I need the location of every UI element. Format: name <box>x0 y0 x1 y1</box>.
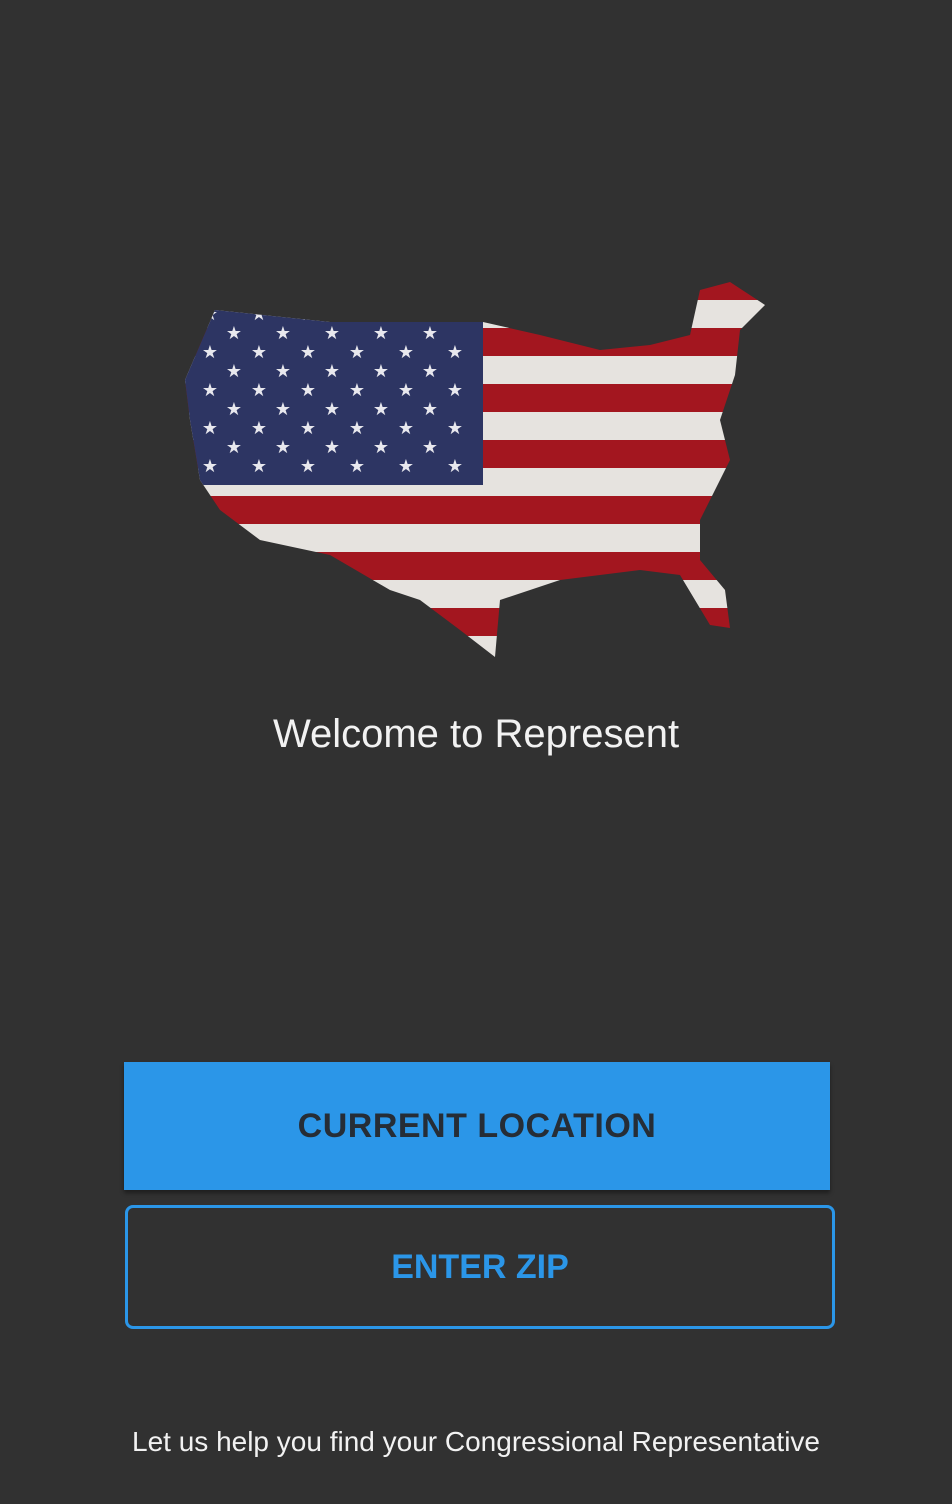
star-icon: ★ <box>373 399 389 419</box>
star-icon: ★ <box>251 380 267 400</box>
star-icon: ★ <box>422 323 438 343</box>
star-icon: ★ <box>202 342 218 362</box>
star-icon: ★ <box>398 456 414 476</box>
star-icon: ★ <box>422 437 438 457</box>
star-icon: ★ <box>349 380 365 400</box>
star-icon: ★ <box>324 399 340 419</box>
star-icon: ★ <box>275 437 291 457</box>
star-icon: ★ <box>349 304 365 324</box>
star-icon: ★ <box>422 361 438 381</box>
star-icon: ★ <box>251 304 267 324</box>
star-icon: ★ <box>447 304 463 324</box>
star-icon: ★ <box>226 399 242 419</box>
flag-stripe <box>185 552 765 580</box>
star-icon: ★ <box>398 304 414 324</box>
star-icon: ★ <box>226 361 242 381</box>
flag-stripe <box>185 524 765 552</box>
star-icon: ★ <box>275 399 291 419</box>
star-icon: ★ <box>447 380 463 400</box>
star-icon: ★ <box>251 418 267 438</box>
star-icon: ★ <box>422 399 438 419</box>
star-icon: ★ <box>398 380 414 400</box>
star-icon: ★ <box>300 342 316 362</box>
flag-stripe <box>185 282 765 300</box>
star-icon: ★ <box>226 437 242 457</box>
star-icon: ★ <box>447 418 463 438</box>
star-icon: ★ <box>349 456 365 476</box>
enter-zip-button[interactable]: ENTER ZIP <box>125 1205 835 1329</box>
flag-stripe <box>185 636 765 657</box>
welcome-title: Welcome to Represent <box>272 712 680 756</box>
star-icon: ★ <box>447 456 463 476</box>
star-icon: ★ <box>447 342 463 362</box>
star-icon: ★ <box>251 456 267 476</box>
star-icon: ★ <box>373 361 389 381</box>
star-icon: ★ <box>300 456 316 476</box>
star-icon: ★ <box>226 323 242 343</box>
star-icon: ★ <box>349 342 365 362</box>
star-icon: ★ <box>398 342 414 362</box>
flag-stripe <box>185 496 765 524</box>
star-icon: ★ <box>202 418 218 438</box>
flag-stripe <box>185 608 765 636</box>
star-icon: ★ <box>300 418 316 438</box>
star-icon: ★ <box>373 323 389 343</box>
star-icon: ★ <box>324 323 340 343</box>
star-icon: ★ <box>300 304 316 324</box>
star-icon: ★ <box>202 456 218 476</box>
star-icon: ★ <box>324 437 340 457</box>
current-location-button[interactable]: CURRENT LOCATION <box>124 1062 830 1190</box>
tagline: Let us help you find your Congressional … <box>132 1426 820 1457</box>
star-icon: ★ <box>300 380 316 400</box>
star-icon: ★ <box>398 418 414 438</box>
star-icon: ★ <box>202 380 218 400</box>
star-icon: ★ <box>202 304 218 324</box>
star-icon: ★ <box>275 361 291 381</box>
us-flag-map-image: ★ ★ ★ ★ ★ ★ ★ ★ ★ ★ ★ ★ ★ ★ ★ ★ ★ ★ ★ ★ ★ ★ ★ ★ ★ ★ ★ ★ ★ ★ ★ ★ ★ ★ ★ ★ ★ ★ ★ ★… <box>185 282 765 657</box>
star-icon: ★ <box>349 418 365 438</box>
star-icon: ★ <box>275 323 291 343</box>
star-icon: ★ <box>324 361 340 381</box>
flag-stripe <box>185 580 765 608</box>
star-icon: ★ <box>373 437 389 457</box>
star-icon: ★ <box>251 342 267 362</box>
